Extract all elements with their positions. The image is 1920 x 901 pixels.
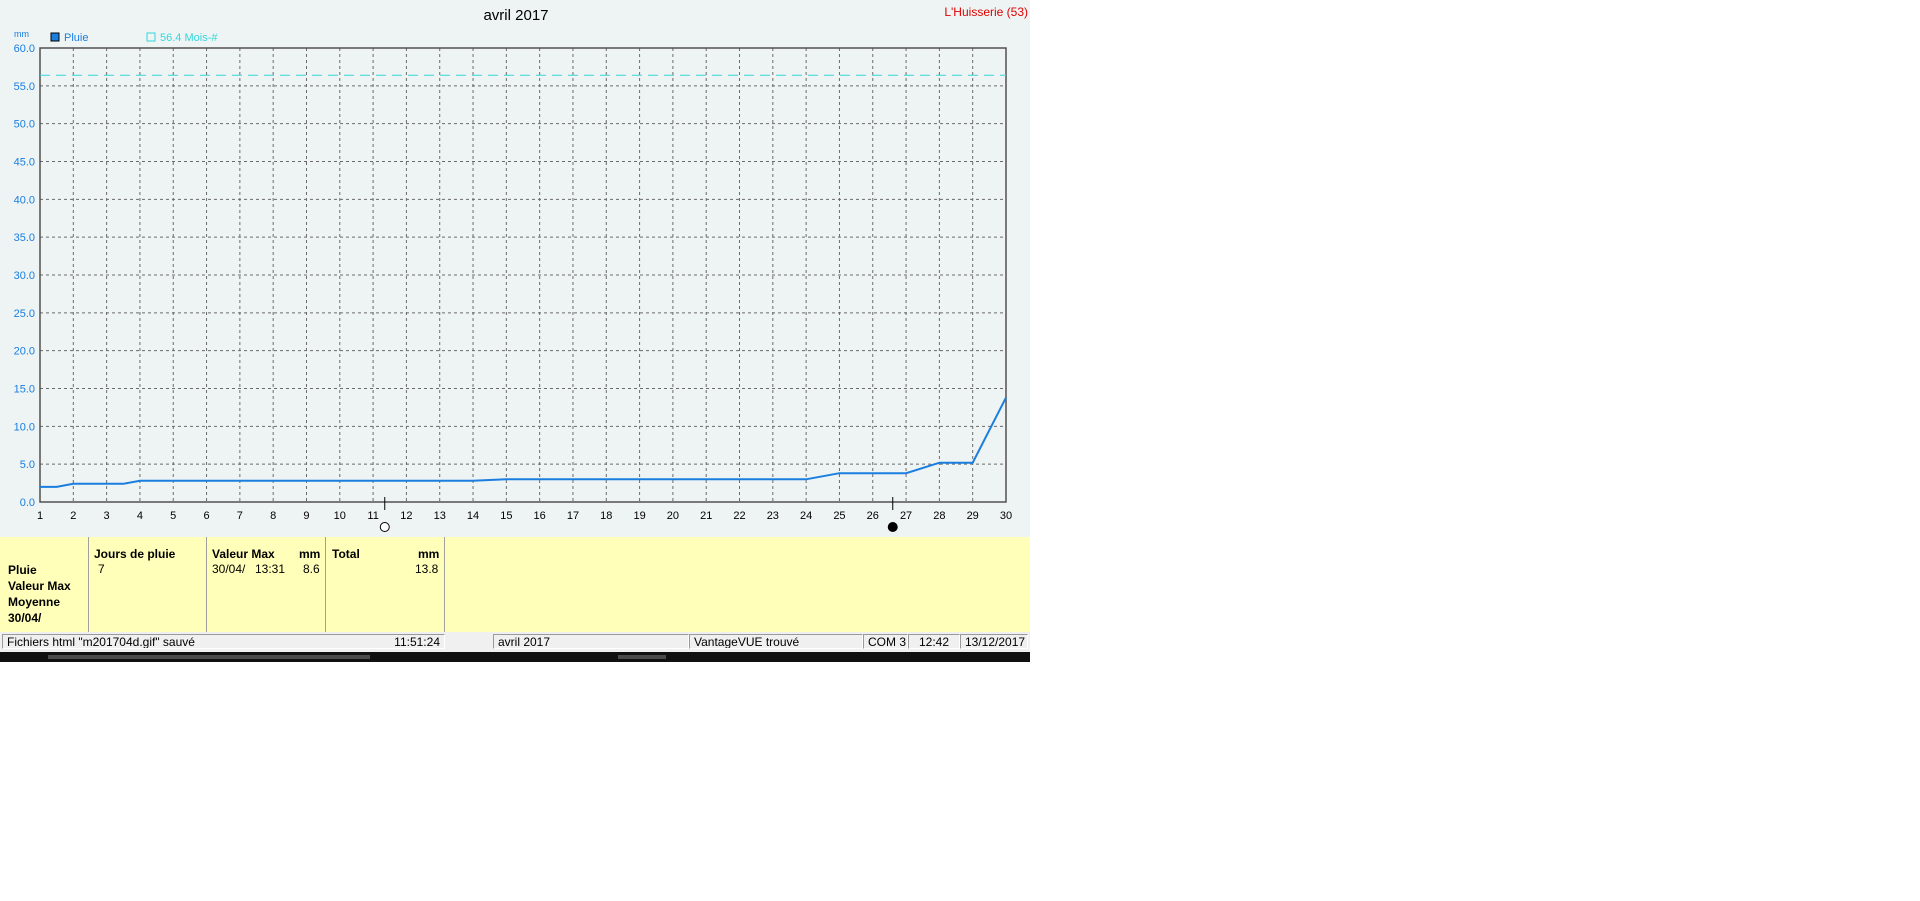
- x-tick-label: 26: [867, 510, 879, 522]
- x-tick-label: 25: [833, 510, 845, 522]
- x-tick-label: 3: [104, 510, 110, 522]
- y-tick-label: 30.0: [14, 270, 35, 282]
- y-tick-label: 50.0: [14, 119, 35, 131]
- stats-panel: Pluie Valeur Max Moyenne 30/04/ Jours de…: [0, 537, 1030, 632]
- y-tick-label: 10.0: [14, 421, 35, 433]
- y-axis-unit: mm: [14, 29, 29, 39]
- y-tick-label: 15.0: [14, 384, 35, 396]
- y-tick-label: 25.0: [14, 308, 35, 320]
- x-tick-label: 12: [400, 510, 412, 522]
- x-tick-label: 28: [933, 510, 945, 522]
- valeur-max-time: 13:31: [255, 562, 286, 576]
- x-tick-label: 8: [270, 510, 276, 522]
- row-label-date: 30/04/: [8, 611, 42, 625]
- x-tick-label: 4: [137, 510, 143, 522]
- stats-col-jours: Jours de pluie 7: [89, 537, 206, 632]
- rain-chart: 0.0 5.0 10.0 15.0 20.0 25.0 30.0 35.0 40.0 45.0 50…: [14, 7, 1012, 532]
- x-tick-label: 2: [70, 510, 76, 522]
- stats-row-labels: Pluie Valeur Max Moyenne 30/04/: [0, 537, 88, 632]
- valeur-max-unit: mm: [299, 547, 321, 561]
- weather-app-window: 0.0 5.0 10.0 15.0 20.0 25.0 30.0 35.0 40.0 45.0 50…: [0, 0, 1030, 662]
- chart-title: avril 2017: [483, 7, 548, 24]
- status-period: avril 2017: [493, 634, 689, 649]
- x-tick-label: 20: [667, 510, 679, 522]
- row-label-valeur-max: Valeur Max: [8, 579, 71, 593]
- y-tick-label: 45.0: [14, 157, 35, 169]
- taskbar-segment: [48, 655, 370, 659]
- stats-col-total: Total mm 13.8: [326, 537, 444, 632]
- x-tick-label: 16: [534, 510, 546, 522]
- status-date: 13/12/2017: [960, 634, 1028, 649]
- full-moon-icon: [379, 522, 390, 532]
- x-tick-label: 9: [303, 510, 309, 522]
- jours-value: 7: [98, 562, 105, 576]
- x-tick-label: 13: [434, 510, 446, 522]
- y-tick-label: 20.0: [14, 346, 35, 358]
- x-tick-label: 7: [237, 510, 243, 522]
- status-bar: Fichiers html "m201704d.gif" sauvé 11:51…: [0, 632, 1030, 652]
- x-tick-label: 6: [203, 510, 209, 522]
- x-tick-label: 24: [800, 510, 812, 522]
- status-message: Fichiers html "m201704d.gif" sauvé 11:51…: [2, 634, 445, 649]
- rain-chart-panel: 0.0 5.0 10.0 15.0 20.0 25.0 30.0 35.0 40.0 45.0 50…: [0, 0, 1030, 537]
- x-tick-label: 10: [334, 510, 346, 522]
- status-message-text: Fichiers html "m201704d.gif" sauvé: [7, 635, 195, 649]
- stats-col-valeur-max: Valeur Max mm 30/04/ 13:31 8.6: [207, 537, 325, 632]
- x-tick-label: 23: [767, 510, 779, 522]
- status-port: COM 3: [863, 634, 908, 649]
- x-tick-label: 19: [633, 510, 645, 522]
- legend-swatch-reference: [146, 32, 156, 42]
- y-tick-label: 55.0: [14, 81, 35, 93]
- taskbar-segment: [618, 655, 666, 659]
- y-tick-label: 35.0: [14, 232, 35, 244]
- y-tick-label: 0.0: [20, 497, 35, 509]
- x-tick-label: 29: [967, 510, 979, 522]
- row-label-moyenne: Moyenne: [8, 595, 61, 609]
- x-tick-label: 5: [170, 510, 176, 522]
- total-header: Total: [332, 547, 360, 561]
- x-tick-label: 11: [367, 510, 378, 522]
- jours-header: Jours de pluie: [94, 547, 176, 561]
- y-tick-label: 5.0: [20, 459, 35, 471]
- y-tick-label: 60.0: [14, 43, 35, 55]
- valeur-max-date: 30/04/: [212, 562, 246, 576]
- stats-divider: [444, 537, 445, 632]
- valeur-max-header: Valeur Max: [212, 547, 275, 561]
- status-time: 11:51:24: [394, 635, 440, 649]
- x-tick-label: 17: [567, 510, 579, 522]
- x-tick-label: 14: [467, 510, 479, 522]
- new-moon-icon: [887, 522, 898, 532]
- x-tick-label: 15: [500, 510, 512, 522]
- legend-swatch-pluie: [50, 32, 60, 42]
- x-tick-label: 18: [600, 510, 612, 522]
- x-tick-label: 21: [700, 510, 712, 522]
- x-tick-label: 1: [37, 510, 43, 522]
- x-tick-label: 27: [900, 510, 912, 522]
- legend-label-pluie: Pluie: [64, 32, 88, 44]
- x-tick-label: 30: [1000, 510, 1012, 522]
- taskbar-strip: [0, 652, 1030, 662]
- x-tick-label: 22: [733, 510, 745, 522]
- y-tick-label: 40.0: [14, 194, 35, 206]
- valeur-max-value: 8.6: [303, 562, 320, 576]
- site-label: L'Huisserie (53): [944, 5, 1028, 19]
- row-label-pluie: Pluie: [8, 563, 37, 577]
- legend-label-reference: 56.4 Mois-#: [160, 32, 218, 44]
- status-clock: 12:42: [908, 634, 960, 649]
- total-value: 13.8: [415, 562, 439, 576]
- total-unit: mm: [418, 547, 440, 561]
- status-station: VantageVUE trouvé: [689, 634, 863, 649]
